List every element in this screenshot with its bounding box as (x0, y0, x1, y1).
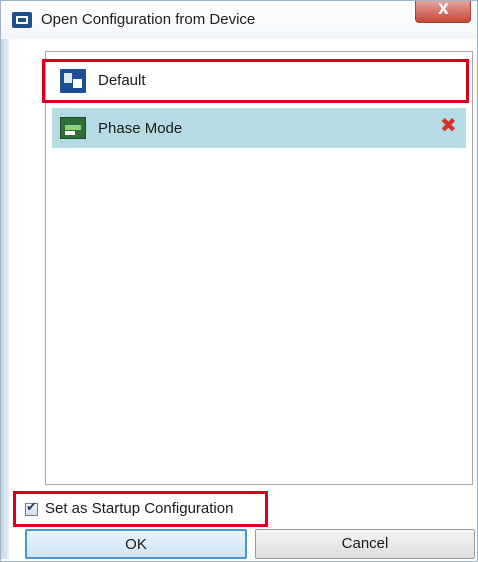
window-title: Open Configuration from Device (41, 11, 256, 28)
close-icon: X (438, 2, 449, 18)
app-icon (12, 12, 32, 28)
startup-checkbox-label[interactable]: Set as Startup Configuration (45, 500, 233, 517)
phase-mode-icon (60, 117, 86, 139)
ok-button[interactable]: OK (25, 529, 247, 559)
close-button[interactable]: X (415, 1, 471, 23)
list-item-label: Default (98, 72, 146, 89)
configuration-icon (60, 69, 86, 93)
configuration-list[interactable]: Default Phase Mode ✖ (45, 51, 473, 485)
cancel-button[interactable]: Cancel (255, 529, 475, 559)
list-item-label: Phase Mode (98, 120, 183, 137)
startup-checkbox[interactable]: ✔ (25, 500, 38, 516)
dialog-window: Open Configuration from Device X Default… (0, 0, 478, 562)
title-bar[interactable]: Open Configuration from Device X (1, 1, 477, 39)
delete-icon[interactable]: ✖ (440, 115, 457, 135)
checkmark-icon: ✔ (26, 500, 37, 515)
startup-option-highlight: ✔ Set as Startup Configuration (13, 491, 268, 527)
list-item-default[interactable]: Default (52, 62, 466, 100)
list-item-phase-mode[interactable]: Phase Mode ✖ (52, 108, 466, 148)
window-frame-edge (1, 39, 9, 559)
